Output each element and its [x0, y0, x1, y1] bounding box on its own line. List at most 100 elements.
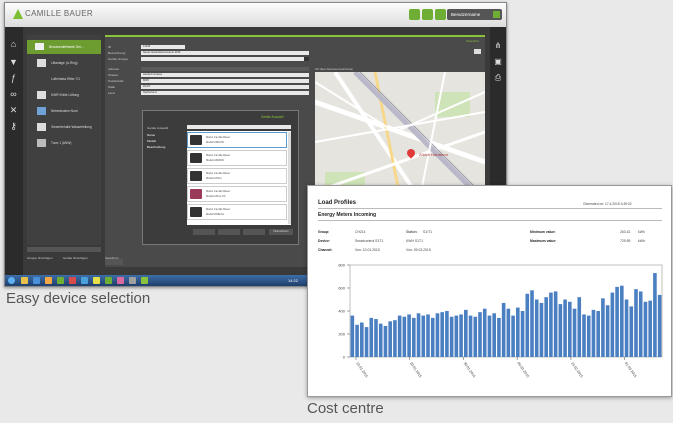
taskbar-app-icon[interactable] — [105, 277, 112, 284]
flow-icon[interactable]: ƒ — [8, 73, 19, 84]
device-item[interactable]: Marke Camille Bauer Modell APlus-OC — [187, 186, 287, 202]
key-icon[interactable]: ⚷ — [8, 121, 19, 132]
device-item[interactable]: Marke Camille Bauer Modell DME4xx — [187, 204, 287, 220]
y-tick-label: 800 — [338, 263, 345, 268]
taskbar-app-icon[interactable] — [117, 277, 124, 284]
tree-item[interactable]: Nebenkosten Nord — [37, 104, 107, 119]
device-brand: Marke Camille Bauer — [206, 190, 231, 193]
tree-item[interactable]: Turm 1 (ANW) — [37, 136, 107, 151]
zip-field[interactable]: 8005 — [141, 79, 309, 83]
tree-item[interactable]: Liftanlage (A-Ring) — [37, 56, 107, 71]
tools-icon[interactable]: ✕ — [8, 105, 19, 116]
bar — [653, 273, 657, 357]
tree-root-item[interactable]: Benutzerdefinierte Ger... — [27, 40, 101, 54]
filter-label: Beschreibung — [147, 145, 166, 149]
tree-item[interactable]: KWR+Kälte Lüftung — [37, 88, 107, 103]
save-button[interactable]: Speichern — [105, 256, 119, 260]
tree-icon[interactable]: ⋔ — [493, 41, 503, 51]
x-tick-label: 19.02.2015 — [570, 361, 584, 378]
name-field[interactable]: Neues Gerät Ebenenname 2019 — [141, 51, 309, 55]
home-icon[interactable]: ⌂ — [8, 39, 19, 50]
tree-item[interactable]: Gewerbehalle Wasserleitung — [37, 120, 107, 135]
bar — [440, 312, 444, 357]
filter-label: Name — [147, 133, 156, 137]
street-field[interactable]: Hardturmstrasse — [141, 73, 309, 77]
plot-frame — [349, 264, 663, 358]
toggle-button[interactable] — [474, 49, 481, 54]
taskbar-app-icon[interactable] — [69, 277, 76, 284]
row-label: Station: — [406, 230, 418, 234]
device-item[interactable]: Marke Camille Bauer Modell AM1000 — [187, 132, 287, 148]
tree-item-label: Turm 1 (ANW) — [51, 141, 72, 145]
tree-item[interactable]: Lufteinlass Ritter 7/1 — [37, 72, 107, 87]
device-item[interactable]: Marke Camille Bauer Modell AP4xx — [187, 168, 287, 184]
bar — [412, 317, 416, 357]
row-value: 263.42 — [620, 230, 631, 234]
taskbar-app-icon[interactable] — [81, 277, 88, 284]
row-value: KWH S1T1 — [406, 239, 423, 243]
start-button-icon[interactable] — [8, 277, 15, 284]
filter-label: Modell — [147, 139, 156, 143]
taskbar-clock: 14:22 — [288, 278, 299, 283]
add-device-button[interactable]: Geräte hinzufügen — [63, 256, 88, 260]
device-item[interactable]: Marke Camille Bauer Modell AM3000 — [187, 150, 287, 166]
taskbar-app-icon[interactable] — [45, 277, 52, 284]
bar — [648, 300, 652, 357]
device-thumbnail — [190, 171, 202, 181]
taskbar-app-icon[interactable] — [57, 277, 64, 284]
taskbar-app-icon[interactable] — [93, 277, 100, 284]
chevron-down-icon[interactable] — [304, 57, 309, 61]
bar — [478, 312, 482, 357]
y-tick-label: 400 — [338, 309, 345, 314]
city-field[interactable]: Zürich — [141, 85, 309, 89]
bar — [464, 309, 468, 357]
group-select[interactable] — [141, 57, 309, 61]
left-toolbar: ⌂ ▼ ƒ ∞ ✕ ⚷ — [5, 27, 23, 275]
dialog-button[interactable] — [193, 229, 215, 235]
bar — [629, 306, 634, 357]
print-icon[interactable]: ⎙ — [493, 73, 503, 83]
settings-button[interactable] — [422, 9, 433, 20]
x-tick-label: 30.01.2015 — [463, 361, 477, 378]
dialog-button[interactable] — [243, 229, 265, 235]
bar — [610, 292, 615, 357]
tree-item-label: KWR+Kälte Lüftung — [51, 93, 80, 97]
bar — [388, 321, 392, 357]
bar — [643, 301, 648, 357]
taskbar-app-icon[interactable] — [129, 277, 136, 284]
apply-button[interactable]: Übernehmen — [269, 229, 293, 235]
device-model: Modell APlus-OC — [206, 195, 226, 198]
bar — [407, 314, 411, 357]
link-icon[interactable]: ∞ — [8, 89, 19, 100]
save-icon[interactable]: ▣ — [493, 57, 503, 67]
row-label: Minimum value: — [530, 230, 556, 234]
device-thumbnail — [190, 135, 202, 145]
device-brand: Marke Camille Bauer — [206, 154, 231, 157]
country-field[interactable]: Switzerland — [141, 91, 309, 95]
bar — [624, 299, 629, 357]
home-button[interactable] — [409, 9, 420, 20]
taskbar-app-icon[interactable] — [141, 277, 148, 284]
dialog-button[interactable] — [218, 229, 240, 235]
map-title: Ort über Adresse bestimmen — [315, 67, 354, 71]
caption-device-selection: Easy device selection — [6, 290, 151, 307]
pin-icon[interactable]: ▼ — [8, 57, 19, 68]
x-tick-label: 01.03.2015 — [624, 361, 638, 378]
bar — [586, 315, 591, 357]
field-label: Geräte Gruppe — [108, 57, 129, 61]
tree-scrollbar[interactable] — [27, 247, 101, 252]
divider — [318, 208, 662, 209]
add-group-button[interactable]: Gruppe hinzufügen — [27, 256, 53, 260]
id-field[interactable]: 12345 — [141, 45, 185, 49]
device-brand: Marke Camille Bauer — [206, 136, 231, 139]
taskbar-app-icon[interactable] — [33, 277, 40, 284]
bar — [435, 313, 440, 357]
taskbar-app-icon[interactable] — [21, 277, 28, 284]
device-list-scrollbar[interactable] — [288, 132, 291, 224]
device-filter-select[interactable] — [187, 125, 291, 129]
user-menu[interactable]: Benutzername — [447, 9, 502, 20]
device-brand: Marke Camille Bauer — [206, 208, 231, 211]
help-button[interactable] — [435, 9, 446, 20]
address-field[interactable] — [141, 67, 309, 71]
row-value: Von: 10.01.2015 — [355, 248, 380, 252]
